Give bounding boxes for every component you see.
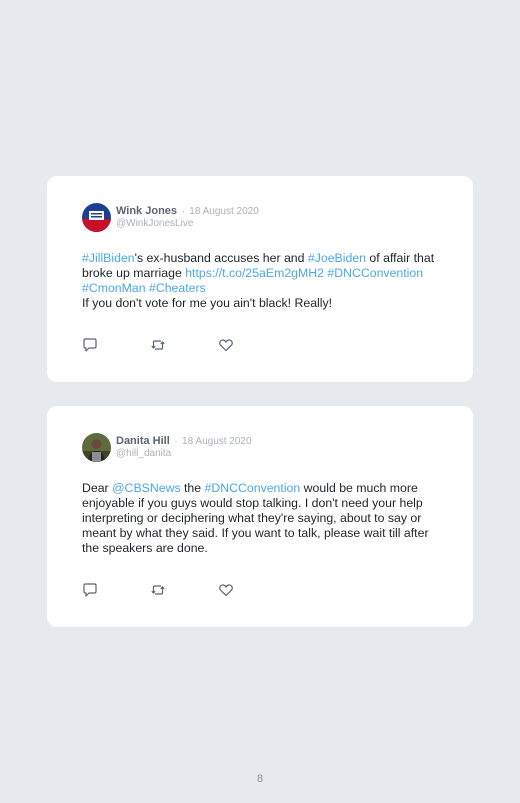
tweet-header: Danita Hill · 18 August 2020 @hill_danit… (82, 433, 252, 462)
tweet-card: Danita Hill · 18 August 2020 @hill_danit… (47, 406, 473, 627)
reply-button[interactable] (82, 582, 150, 598)
like-button[interactable] (218, 337, 286, 353)
like-button[interactable] (218, 582, 286, 598)
tweet-actions (82, 582, 286, 598)
tweet-date: 18 August 2020 (189, 206, 259, 217)
profile-photo-avatar-icon (82, 433, 111, 462)
tweet-meta: Danita Hill · 18 August 2020 @hill_danit… (116, 433, 252, 460)
avatar[interactable] (82, 203, 111, 232)
tweet-link[interactable]: #JoeBiden (308, 251, 366, 265)
tweet-text: Dear @CBSNews the #DNCConvention would b… (82, 481, 442, 556)
tweet-link[interactable]: #DNCConvention (205, 481, 301, 495)
retweet-button[interactable] (150, 582, 218, 598)
tweet-meta: Wink Jones · 18 August 2020 @WinkJonesLi… (116, 203, 259, 230)
tweet-card: Wink Jones · 18 August 2020 @WinkJonesLi… (47, 176, 473, 382)
author-handle[interactable]: @hill_danita (116, 448, 252, 460)
tweet-text-segment: the (180, 481, 205, 495)
meta-separator: · (181, 206, 185, 217)
reply-icon (83, 583, 97, 597)
tweet-link[interactable]: #DNCConvention (327, 266, 423, 280)
retweet-icon (151, 585, 165, 595)
tweet-header: Wink Jones · 18 August 2020 @WinkJonesLi… (82, 203, 259, 232)
tweet-link[interactable]: @CBSNews (112, 481, 181, 495)
heart-icon (219, 584, 233, 597)
tweet-text: #JillBiden's ex-husband accuses her and … (82, 251, 442, 311)
avatar[interactable] (82, 433, 111, 462)
tweet-text-segment: If you don't vote for me you ain't black… (82, 296, 333, 310)
tweet-text-segment: 's ex-husband accuses her and (134, 251, 308, 265)
tweet-date: 18 August 2020 (182, 436, 252, 447)
flag-avatar-icon (82, 203, 111, 232)
tweet-text-segment: Dear (82, 481, 113, 495)
tweet-link[interactable]: #JillBiden (82, 251, 135, 265)
retweet-icon (151, 340, 165, 350)
tweet-link[interactable]: #CmonMan (82, 281, 146, 295)
tweet-actions (82, 337, 286, 353)
author-name[interactable]: Danita Hill (116, 435, 170, 447)
tweet-link[interactable]: https://t.co/25aEm2gMH2 (185, 266, 324, 280)
heart-icon (219, 339, 233, 352)
tweet-link[interactable]: #Cheaters (149, 281, 206, 295)
author-handle[interactable]: @WinkJonesLive (116, 218, 259, 230)
meta-separator: · (174, 436, 178, 447)
reply-button[interactable] (82, 337, 150, 353)
page-number: 8 (256, 773, 264, 785)
reply-icon (83, 338, 97, 352)
retweet-button[interactable] (150, 337, 218, 353)
author-name[interactable]: Wink Jones (116, 205, 177, 217)
